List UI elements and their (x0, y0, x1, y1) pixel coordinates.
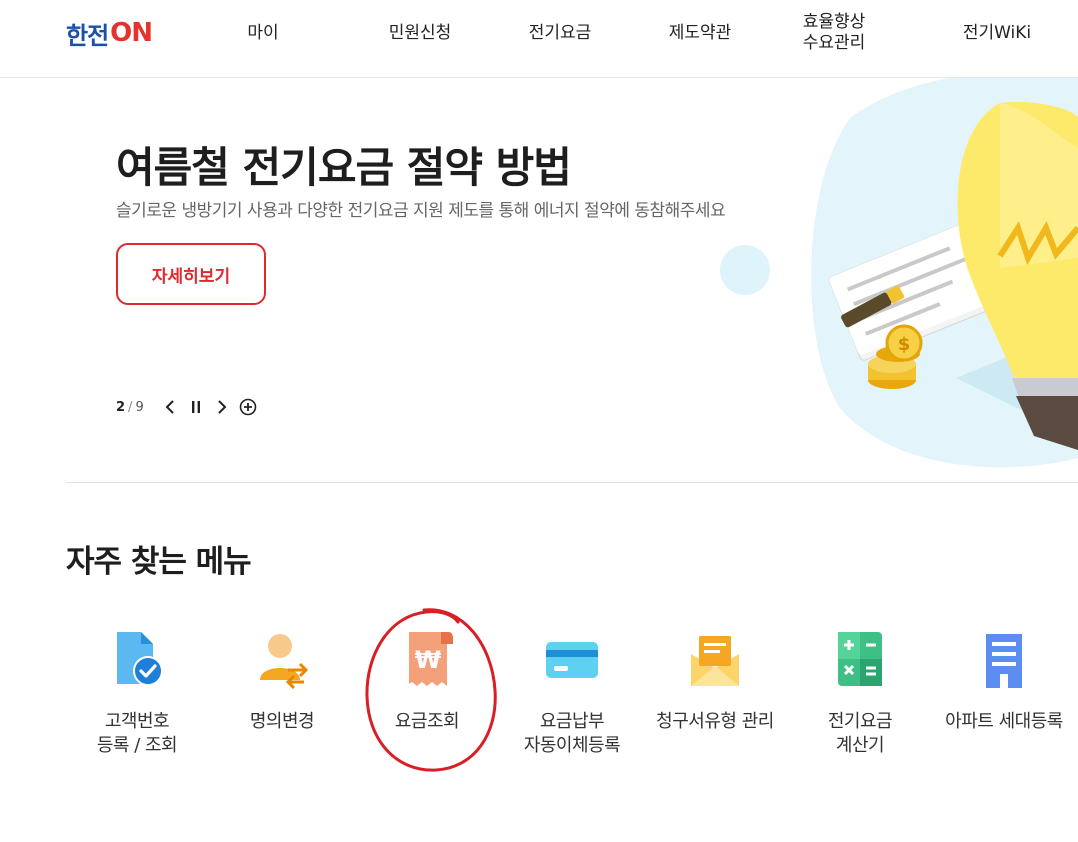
menu-rate-calculator[interactable]: 전기요금 계산기 (785, 624, 935, 764)
menu-label: 아파트 세대등록 (945, 711, 1063, 732)
logo-main-text: 한전 (66, 21, 109, 50)
view-details-button[interactable]: 자세히보기 (116, 243, 266, 305)
menu-bill-type[interactable]: 청구서유형 관리 (640, 624, 790, 764)
next-slide-icon[interactable] (212, 397, 232, 417)
menu-name-change[interactable]: 명의변경 (207, 624, 357, 764)
calculator-icon (838, 632, 882, 686)
kepco-on-logo[interactable]: 한전 ON (66, 18, 178, 50)
logo-on-text: ON (110, 18, 153, 48)
section-divider (66, 482, 1078, 483)
menu-label: 청구서유형 관리 (656, 711, 774, 732)
expand-plus-icon[interactable] (238, 397, 258, 417)
menu-label: 요금납부 자동이체등록 (523, 711, 621, 756)
site-header: 한전 ON 마이 민원신청 전기요금 제도약관 효율향상 수요관리 전기WiKi (0, 0, 1078, 78)
menu-label: 고객번호 등록 / 조회 (96, 711, 178, 756)
menu-label: 명의변경 (249, 711, 315, 732)
nav-electric-wiki[interactable]: 전기WiKi (944, 0, 1050, 66)
hero-title: 여름철 전기요금 절약 방법 (116, 143, 572, 192)
prev-slide-icon[interactable] (160, 397, 180, 417)
menu-auto-payment[interactable]: 요금납부 자동이체등록 (497, 624, 647, 764)
svg-text:₩: ₩ (415, 646, 442, 674)
nav-my[interactable]: 마이 (218, 0, 308, 66)
name-change-icon (260, 634, 309, 690)
slide-total: 9 (135, 399, 144, 415)
apartment-icon (986, 634, 1022, 688)
quick-menu-title: 자주 찾는 메뉴 (66, 544, 252, 580)
svg-text:$: $ (898, 334, 911, 355)
slide-current-index: 2 (116, 399, 126, 415)
pause-icon[interactable] (186, 397, 206, 417)
bulb-savings-illustration: $ (720, 78, 1078, 468)
nav-electricity-rates[interactable]: 전기요금 (510, 0, 610, 66)
menu-bill-inquiry[interactable]: ₩ 요금조회 (352, 624, 502, 764)
bill-inquiry-icon: ₩ (409, 632, 453, 686)
nav-system-terms[interactable]: 제도약관 (650, 0, 750, 66)
menu-customer-number[interactable]: 고객번호 등록 / 조회 (62, 624, 212, 764)
hero-banner: $ 여름철 전기요금 절약 방법 슬기로운 냉방기기 사용과 다양한 전기요금 … (0, 78, 1078, 483)
nav-civil-application[interactable]: 민원신청 (370, 0, 470, 66)
card-payment-icon (546, 642, 598, 678)
bill-envelope-icon (691, 636, 739, 686)
menu-label: 전기요금 계산기 (827, 711, 893, 756)
nav-efficiency-demand[interactable]: 효율향상 수요관리 (784, 0, 884, 66)
slide-separator: / (128, 399, 133, 415)
slide-controls: 2 / 9 (116, 396, 258, 418)
hero-subtitle: 슬기로운 냉방기기 사용과 다양한 전기요금 지원 제도를 통해 에너지 절약에… (116, 201, 726, 221)
menu-label: 요금조회 (394, 711, 460, 732)
menu-apartment-register[interactable]: 아파트 세대등록 (929, 624, 1078, 764)
customer-number-icon (117, 632, 163, 686)
